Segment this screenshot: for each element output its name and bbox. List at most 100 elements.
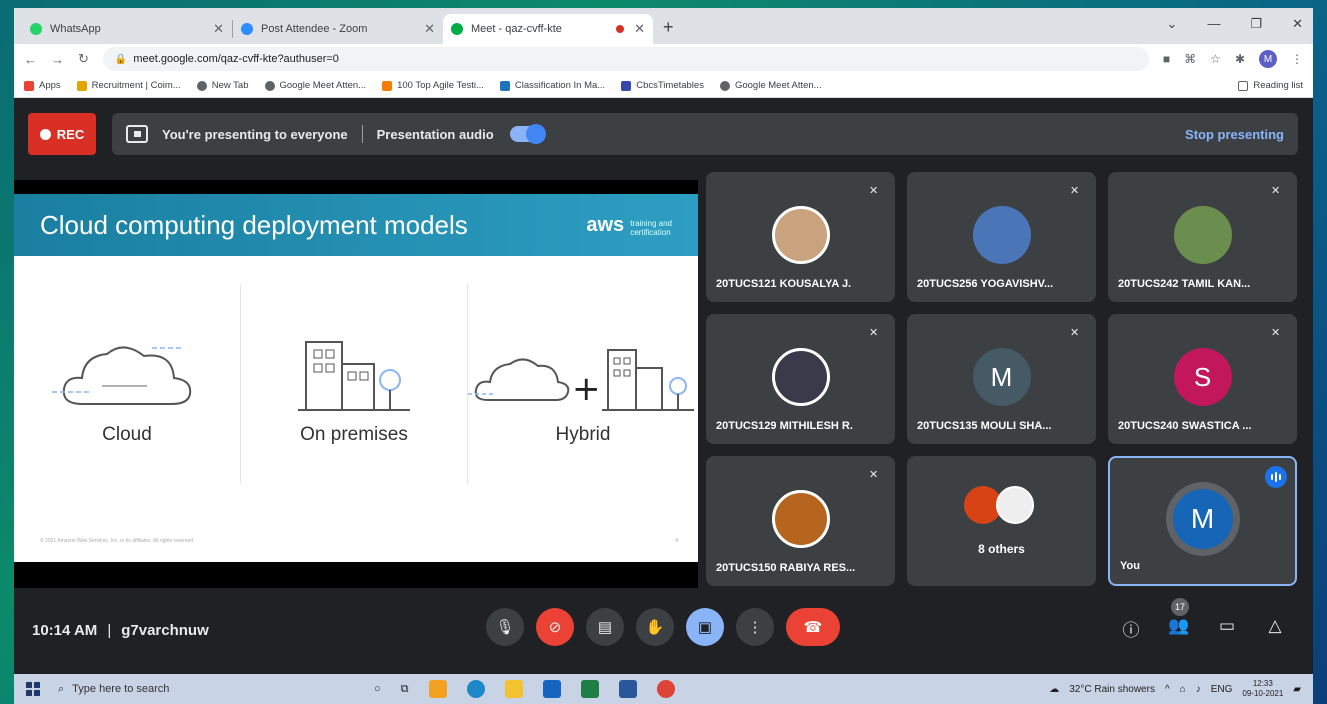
window-controls: ⌄ — ❐ ✕	[1167, 16, 1303, 32]
leave-call-button[interactable]: ☎	[786, 608, 840, 646]
participant-count-badge: 17	[1171, 598, 1189, 616]
word-icon[interactable]	[618, 680, 637, 698]
meeting-controls-bar: 10:14 AM | g7varchnuw 🎙 ⊘ ▤ ✋ ▣ ⋮ ☎ ⓘ 👥 1…	[14, 594, 1313, 674]
presentation-audio-label: Presentation audio	[376, 126, 494, 142]
meeting-info: 10:14 AM | g7varchnuw	[32, 622, 209, 639]
close-tab-icon[interactable]: ✕	[213, 21, 224, 37]
mail-icon[interactable]	[542, 680, 561, 698]
participant-name: 20TUCS240 SWASTICA ...	[1118, 420, 1252, 432]
url-field[interactable]: 🔒 meet.google.com/qaz-cvff-kte?authuser=…	[102, 47, 1149, 71]
bookmark-item[interactable]: Recruitment | Coim...	[76, 80, 181, 91]
stop-presenting-button[interactable]: Stop presenting	[1185, 127, 1284, 142]
restore-button[interactable]: ❐	[1250, 16, 1262, 32]
self-tile[interactable]: M You	[1108, 456, 1297, 586]
model-hybrid: + Hybrid	[467, 284, 698, 484]
minimize-button[interactable]: —	[1207, 16, 1220, 32]
chrome-icon[interactable]	[656, 680, 675, 698]
model-on-premises: On premises	[240, 284, 467, 484]
menu-kebab-icon[interactable]: ⋮	[1291, 52, 1303, 66]
recording-button[interactable]: REC	[28, 113, 96, 155]
bookmark-icon	[499, 80, 510, 91]
whatsapp-icon	[30, 23, 42, 35]
self-label: You	[1120, 560, 1140, 572]
participant-tile[interactable]: ✕ 20TUCS129 MITHILESH R.	[706, 314, 895, 444]
present-button[interactable]: ▣	[686, 608, 724, 646]
cloud-icon	[52, 346, 192, 405]
back-icon[interactable]: ←	[24, 52, 37, 67]
task-view-icon[interactable]: ⧉	[401, 683, 409, 696]
mic-off-icon: ✕	[1271, 327, 1281, 339]
people-button[interactable]: 👥 17	[1167, 598, 1191, 641]
captions-button[interactable]: ▤	[586, 608, 624, 646]
activities-button[interactable]: △	[1263, 616, 1287, 641]
reading-list-button[interactable]: Reading list	[1238, 80, 1303, 91]
bookmark-item[interactable]: Classification In Ma...	[499, 80, 605, 91]
meeting-details-button[interactable]: ⓘ	[1119, 616, 1143, 641]
browser-window: WhatsApp ✕ Post Attendee - Zoom ✕ Meet -…	[14, 8, 1313, 674]
network-icon[interactable]: ⌂	[1180, 684, 1186, 695]
bookmark-item[interactable]: CbcsTimetables	[621, 80, 704, 91]
new-tab-button[interactable]: +	[663, 17, 674, 38]
record-dot-icon	[39, 128, 51, 140]
camera-indicator-icon[interactable]: ■	[1163, 52, 1170, 66]
tab-zoom[interactable]: Post Attendee - Zoom ✕	[233, 14, 443, 44]
bookmark-apps[interactable]: Apps	[24, 80, 61, 91]
camera-off-button[interactable]: ⊘	[536, 608, 574, 646]
command-icon[interactable]: ⌘	[1184, 52, 1196, 66]
clock-date: 09-10-2021	[1242, 689, 1284, 698]
excel-icon[interactable]	[580, 680, 599, 698]
avatar	[995, 486, 1034, 524]
reload-icon[interactable]: ↻	[78, 51, 89, 67]
volume-icon[interactable]: ♪	[1196, 684, 1201, 695]
bookmark-icon	[76, 80, 87, 91]
tab-search-icon[interactable]: ⌄	[1167, 16, 1178, 32]
participant-tile[interactable]: ✕ M 20TUCS135 MOULI SHA...	[907, 314, 1096, 444]
bookmark-item[interactable]: Google Meet Atten...	[719, 80, 822, 91]
notification-icon[interactable]: ▰	[1293, 684, 1301, 695]
bookmark-star-icon[interactable]: ☆	[1210, 52, 1221, 66]
reading-list-label: Reading list	[1253, 80, 1303, 91]
participant-tile[interactable]: ✕ 20TUCS121 KOUSALYA J.	[706, 172, 895, 302]
taskbar-clock[interactable]: 12:33 09-10-2021	[1242, 679, 1283, 699]
tab-meet[interactable]: Meet - qaz-cvff-kte ✕	[443, 14, 653, 44]
extensions-icon[interactable]: ✱	[1235, 52, 1245, 66]
participant-tile[interactable]: ✕ 20TUCS242 TAMIL KAN...	[1108, 172, 1297, 302]
bookmark-item[interactable]: New Tab	[196, 80, 249, 91]
close-window-button[interactable]: ✕	[1292, 16, 1303, 32]
meet-icon	[451, 23, 463, 35]
weather-text[interactable]: 32°C Rain showers	[1069, 684, 1155, 695]
bookmark-item[interactable]: 100 Top Agile Testi...	[382, 80, 484, 91]
profile-avatar[interactable]: M	[1259, 50, 1277, 68]
forward-icon[interactable]: →	[51, 52, 64, 67]
microphone-button[interactable]: 🎙	[486, 608, 524, 646]
bookmark-icon	[382, 80, 393, 91]
app-icon[interactable]	[428, 680, 447, 698]
tab-whatsapp[interactable]: WhatsApp ✕	[22, 14, 232, 44]
tray-chevron-icon[interactable]: ^	[1165, 684, 1170, 695]
self-initial: M	[1172, 489, 1233, 549]
cortana-icon[interactable]: ○	[374, 683, 381, 695]
edge-icon[interactable]	[466, 680, 485, 698]
aws-logo: aws training and certification	[586, 214, 672, 237]
participant-tile[interactable]: ✕ 20TUCS150 RABIYA RES...	[706, 456, 895, 586]
participant-name: 20TUCS242 TAMIL KAN...	[1118, 278, 1251, 290]
building-icon	[298, 341, 410, 411]
close-tab-icon[interactable]: ✕	[424, 21, 435, 37]
participant-tile[interactable]: ✕ S 20TUCS240 SWASTICA ...	[1108, 314, 1297, 444]
lock-icon[interactable]: 🔒	[115, 54, 127, 65]
windows-taskbar: ⌕ Type here to search ○ ⧉ ☁ 32°C Rain sh…	[14, 674, 1313, 704]
file-explorer-icon[interactable]	[504, 680, 523, 698]
presenting-bar: You're presenting to everyone Presentati…	[112, 113, 1298, 155]
raise-hand-button[interactable]: ✋	[636, 608, 674, 646]
chat-button[interactable]: ▭	[1215, 616, 1239, 641]
presentation-slide: Cloud computing deployment models aws tr…	[14, 194, 698, 562]
windows-start-button[interactable]	[26, 682, 40, 696]
more-options-button[interactable]: ⋮	[736, 608, 774, 646]
taskbar-search[interactable]: ⌕ Type here to search	[58, 677, 330, 701]
language-indicator[interactable]: ENG	[1211, 684, 1233, 695]
presentation-audio-toggle[interactable]	[509, 124, 546, 144]
bookmark-item[interactable]: Google Meet Atten...	[264, 80, 366, 91]
participant-tile[interactable]: ✕ 20TUCS256 YOGAVISHV...	[907, 172, 1096, 302]
close-tab-icon[interactable]: ✕	[634, 21, 645, 37]
others-tile[interactable]: 8 others	[907, 456, 1096, 586]
